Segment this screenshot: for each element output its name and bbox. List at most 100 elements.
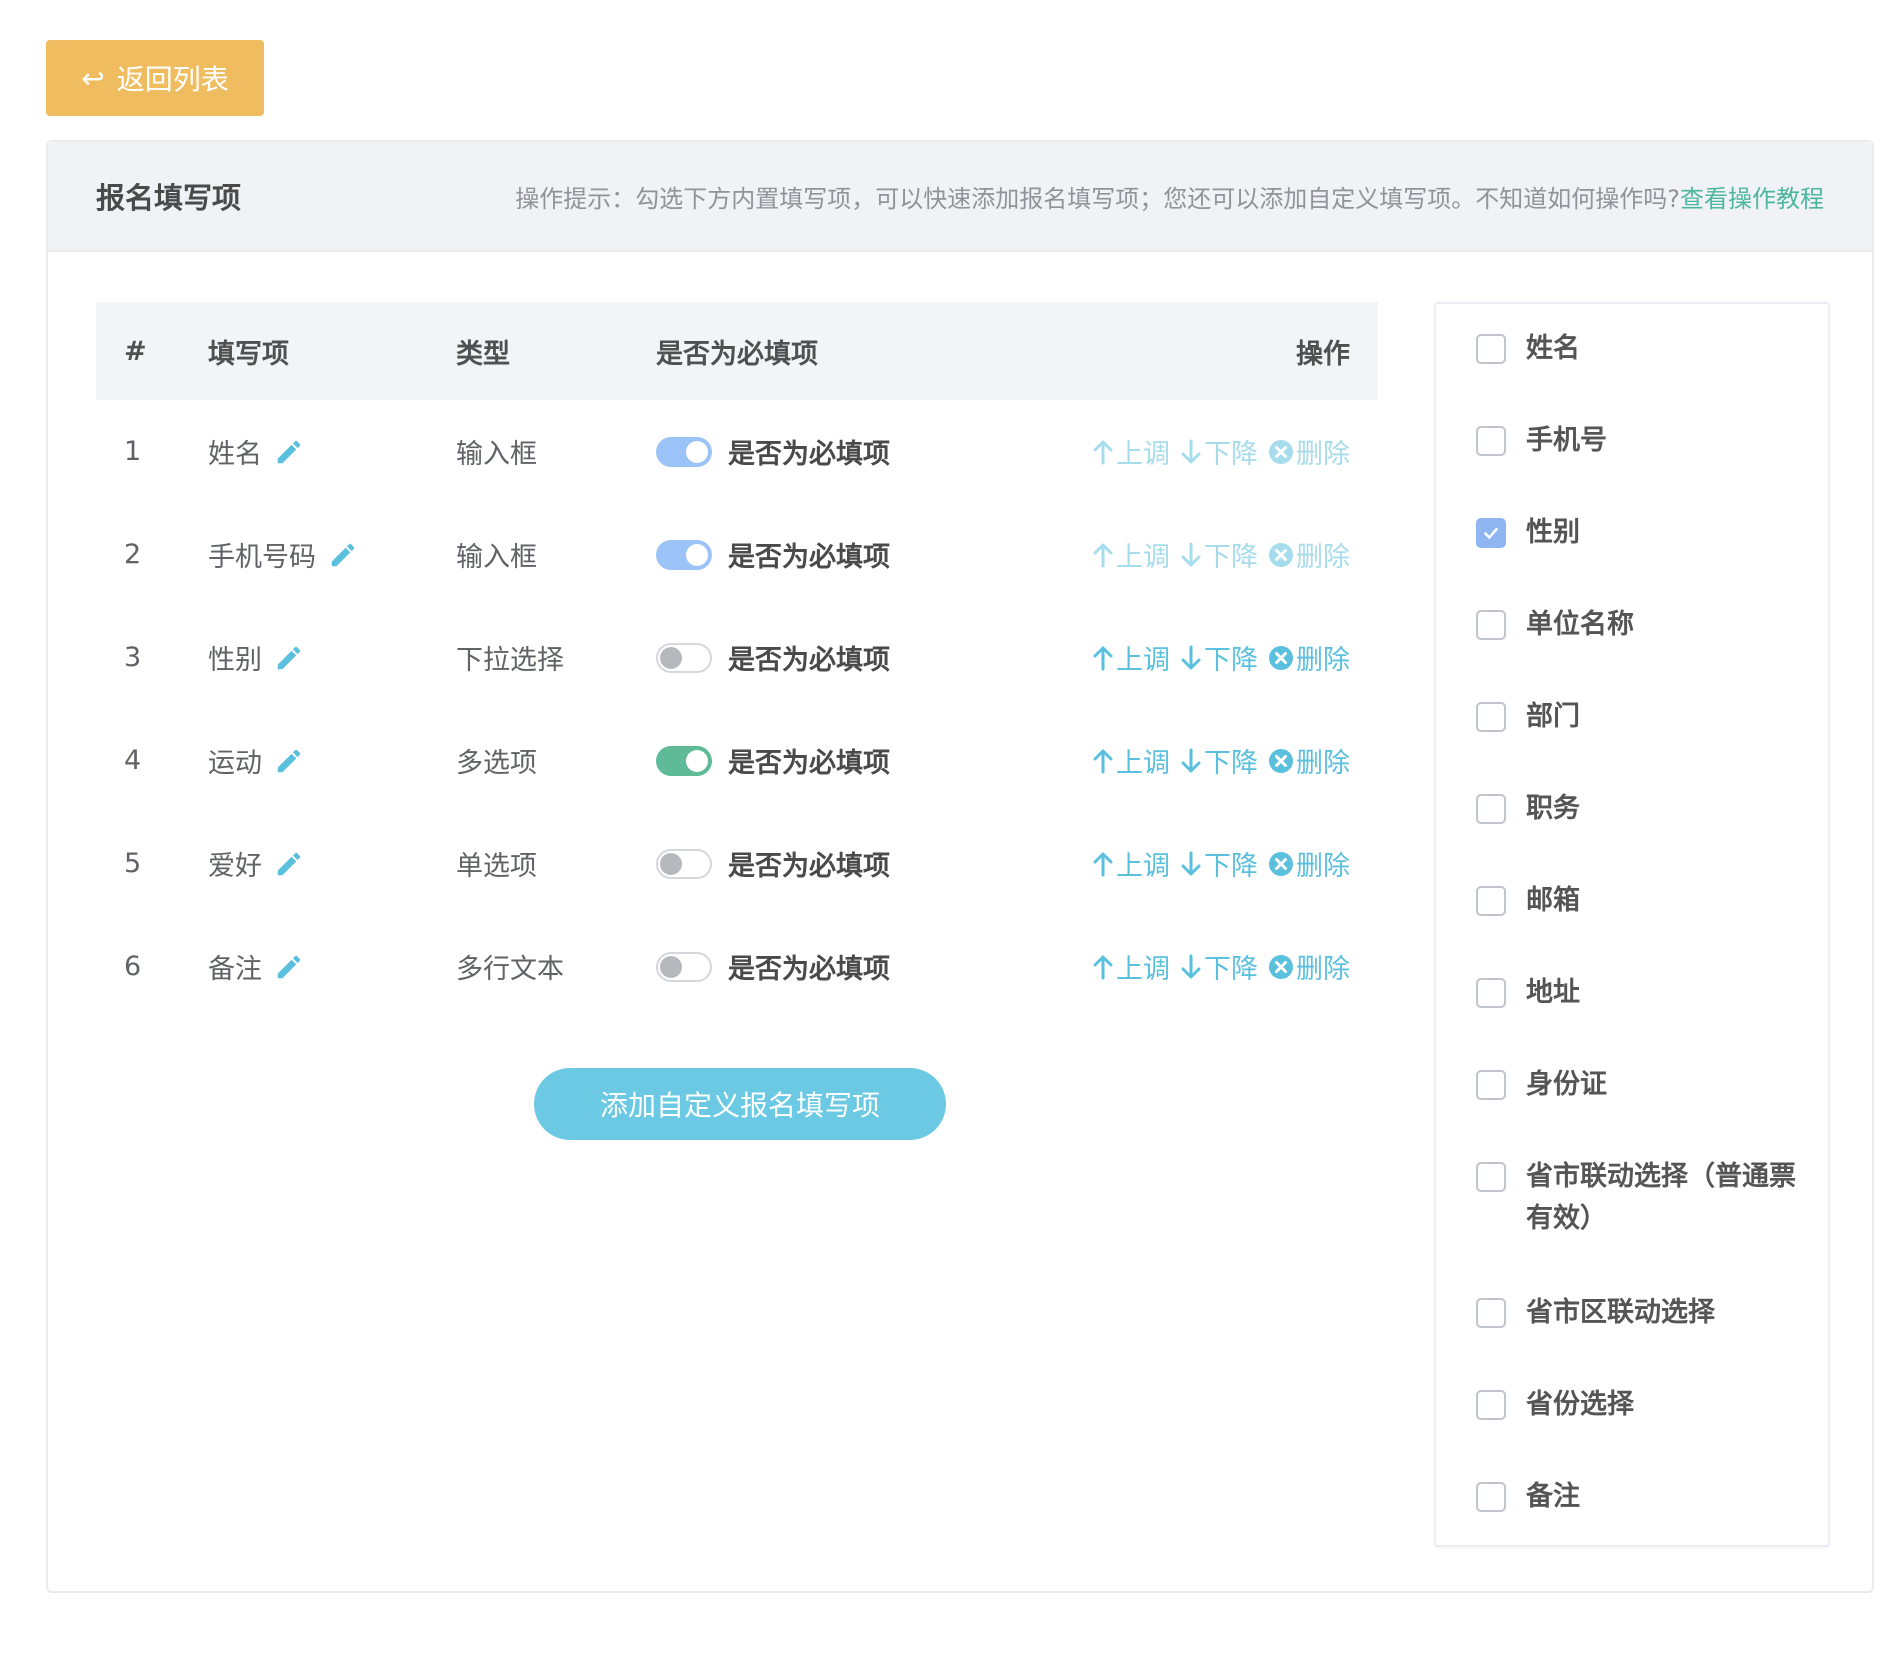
delete-button[interactable]: 删除 [1268,947,1350,986]
move-down-label: 下降 [1204,954,1258,985]
builtin-field-option[interactable]: 性别 [1476,512,1806,554]
builtin-field-label: 地址 [1526,977,1580,1008]
edit-pencil-icon[interactable] [274,643,304,673]
move-up-button[interactable]: 上调 [1092,432,1170,471]
builtin-field-option[interactable]: 备注 [1476,1476,1806,1518]
required-toggle[interactable] [656,745,712,776]
table-row: 3 性别 下拉选择 是否为必填项 上调 下降 删除 [96,606,1378,709]
checkbox[interactable] [1476,794,1506,824]
move-down-button[interactable]: 下降 [1180,947,1258,986]
header-type: 类型 [456,338,510,370]
move-down-label: 下降 [1204,542,1258,573]
row-actions: 上调 下降 删除 [986,741,1378,780]
required-label: 是否为必填项 [728,542,890,573]
delete-button[interactable]: 删除 [1268,741,1350,780]
checkbox[interactable] [1476,1390,1506,1420]
move-down-button[interactable]: 下降 [1180,844,1258,883]
move-down-button[interactable]: 下降 [1180,638,1258,677]
builtin-field-option[interactable]: 地址 [1476,972,1806,1014]
arrow-up-icon [1092,748,1116,774]
builtin-field-label: 邮箱 [1526,885,1580,916]
view-tutorial-link[interactable]: 查看操作教程 [1680,185,1824,213]
move-up-button[interactable]: 上调 [1092,947,1170,986]
row-required: 是否为必填项 [656,741,986,780]
checkbox[interactable] [1476,1482,1506,1512]
delete-button[interactable]: 删除 [1268,844,1350,883]
back-to-list-button[interactable]: ↩ 返回列表 [46,40,264,116]
builtin-field-option[interactable]: 身份证 [1476,1064,1806,1106]
delete-label: 删除 [1296,645,1350,676]
registration-fields-card: 报名填写项 操作提示：勾选下方内置填写项，可以快速添加报名填写项；您还可以添加自… [46,140,1874,1593]
header-actions: 操作 [1296,338,1350,370]
card-header: 报名填写项 操作提示：勾选下方内置填写项，可以快速添加报名填写项；您还可以添加自… [48,142,1872,252]
checkbox[interactable] [1476,1298,1506,1328]
close-circle-icon [1268,542,1296,568]
builtin-fields-panel: 姓名手机号性别单位名称部门职务邮箱地址身份证省市联动选择（普通票有效） 省市区联动… [1434,302,1830,1547]
builtin-field-option[interactable]: 邮箱 [1476,880,1806,922]
required-toggle[interactable] [656,436,712,467]
row-index: 2 [124,539,142,570]
action-group: 上调 下降 删除 [1082,432,1350,471]
row-type: 多选项 [456,748,537,779]
arrow-down-icon [1180,954,1204,980]
builtin-field-label: 手机号 [1526,425,1607,456]
checkbox[interactable] [1476,334,1506,364]
delete-button[interactable]: 删除 [1268,638,1350,677]
builtin-field-option[interactable]: 省市区联动选择 [1476,1292,1806,1334]
edit-pencil-icon[interactable] [328,540,358,570]
move-up-button[interactable]: 上调 [1092,741,1170,780]
required-toggle[interactable] [656,951,712,982]
edit-pencil-icon[interactable] [274,952,304,982]
builtin-field-label: 省份选择 [1526,1389,1634,1420]
row-index: 5 [124,848,142,879]
checkbox[interactable] [1476,426,1506,456]
checkbox[interactable] [1476,518,1506,548]
row-index: 4 [124,745,142,776]
required-toggle[interactable] [656,642,712,673]
checkbox[interactable] [1476,702,1506,732]
move-down-label: 下降 [1204,645,1258,676]
required-label: 是否为必填项 [728,645,890,676]
row-field: 手机号码 [208,535,456,574]
move-down-button[interactable]: 下降 [1180,432,1258,471]
toggle-knob [660,646,682,669]
close-circle-icon [1268,439,1296,465]
close-circle-icon [1268,645,1296,671]
toggle-knob [686,440,708,463]
move-up-button[interactable]: 上调 [1092,844,1170,883]
toggle-knob [686,749,708,772]
checkbox[interactable] [1476,978,1506,1008]
builtin-field-option[interactable]: 职务 [1476,788,1806,830]
delete-button[interactable]: 删除 [1268,535,1350,574]
builtin-field-option[interactable]: 姓名 [1476,328,1806,370]
field-name: 爱好 [208,851,262,882]
delete-label: 删除 [1296,439,1350,470]
action-group: 上调 下降 删除 [1082,947,1350,986]
edit-pencil-icon[interactable] [274,849,304,879]
row-type: 输入框 [456,542,537,573]
builtin-field-option[interactable]: 省份选择 [1476,1384,1806,1426]
move-up-button[interactable]: 上调 [1092,535,1170,574]
checkbox[interactable] [1476,1070,1506,1100]
checkbox[interactable] [1476,886,1506,916]
field-name: 备注 [208,954,262,985]
builtin-field-option[interactable]: 手机号 [1476,420,1806,462]
required-toggle[interactable] [656,539,712,570]
builtin-field-label: 身份证 [1526,1069,1607,1100]
edit-pencil-icon[interactable] [274,746,304,776]
table-header: # 填写项 类型 是否为必填项 操作 [96,302,1378,400]
move-up-label: 上调 [1116,542,1170,573]
checkbox[interactable] [1476,610,1506,640]
builtin-field-option[interactable]: 省市联动选择（普通票有效） [1476,1156,1806,1240]
builtin-field-option[interactable]: 单位名称 [1476,604,1806,646]
header-index: # [124,335,147,367]
add-custom-field-button[interactable]: 添加自定义报名填写项 [534,1068,946,1140]
edit-pencil-icon[interactable] [274,437,304,467]
builtin-field-option[interactable]: 部门 [1476,696,1806,738]
move-down-button[interactable]: 下降 [1180,741,1258,780]
move-down-button[interactable]: 下降 [1180,535,1258,574]
move-up-button[interactable]: 上调 [1092,638,1170,677]
checkbox[interactable] [1476,1162,1506,1192]
required-toggle[interactable] [656,848,712,879]
delete-button[interactable]: 删除 [1268,432,1350,471]
